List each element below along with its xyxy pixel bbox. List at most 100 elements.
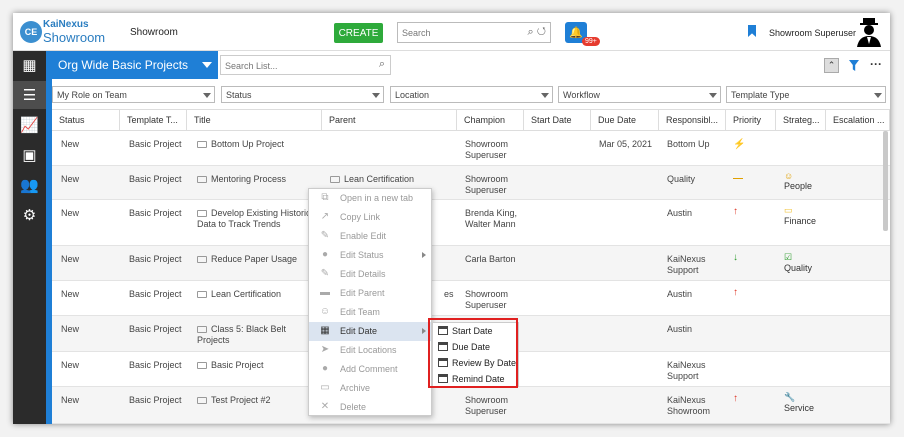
row-responsible: Quality — [667, 174, 696, 184]
gear-icon[interactable]: ⚙ — [13, 201, 46, 229]
menu-item-label: Edit Locations — [340, 345, 397, 355]
delete-icon: ✕ — [320, 401, 330, 412]
filter-workflow[interactable]: Workflow — [558, 86, 721, 103]
filter-status[interactable]: Status — [221, 86, 384, 103]
list-search-input[interactable]: Search List... ⌕ — [220, 55, 391, 75]
table-row[interactable]: New Basic Project Develop Existing Histo… — [52, 200, 890, 246]
row-parent[interactable]: Lean Certification — [330, 174, 450, 185]
menu-item-open-new-tab[interactable]: ⧉ Open in a new tab — [309, 189, 431, 208]
table-row[interactable]: New Basic Project Lean Certification es … — [52, 281, 890, 316]
table-row[interactable]: New Basic Project Bottom Up Project Show… — [52, 131, 890, 166]
row-title[interactable]: Bottom Up Project — [197, 139, 317, 150]
folder-icon — [197, 397, 207, 405]
search-icon[interactable]: ⌕ ↺ — [528, 26, 547, 39]
column-header[interactable]: Title — [187, 110, 322, 131]
table-row[interactable]: New Basic Project Reduce Paper Usage Car… — [52, 246, 890, 281]
submenu-label: Start Date — [452, 326, 493, 336]
grid-icon[interactable]: ▦ — [13, 51, 46, 79]
list-title-dropdown[interactable]: Org Wide Basic Projects — [52, 51, 218, 79]
vertical-scrollbar[interactable] — [883, 131, 888, 231]
priority-up-icon: ↑ — [733, 287, 738, 298]
menu-item-edit-locations[interactable]: ➤ Edit Locations — [309, 341, 431, 360]
column-header[interactable]: Escalation ... — [826, 110, 890, 131]
menu-item-label: Edit Parent — [340, 288, 385, 298]
calendar-icon[interactable]: ▣ — [13, 141, 46, 169]
people-icon[interactable]: 👥 — [13, 171, 46, 199]
column-header[interactable]: Strateg... — [776, 110, 826, 131]
filter-role[interactable]: My Role on Team — [52, 86, 215, 103]
menu-item-add-comment[interactable]: ● Add Comment — [309, 360, 431, 379]
menu-item-edit-details[interactable]: ✎ Edit Details — [309, 265, 431, 284]
strategy-cell: ☑ Quality — [784, 252, 812, 273]
row-title[interactable]: Test Project #2 — [197, 395, 317, 406]
priority-medium-icon: — — [733, 173, 743, 184]
list-icon[interactable]: ☰ — [13, 81, 46, 109]
left-nav: ▦ ☰ 📈 ▣ 👥 ⚙ — [13, 51, 46, 424]
row-title[interactable]: Develop Existing Historical Data to Trac… — [197, 208, 322, 230]
menu-item-delete[interactable]: ✕ Delete — [309, 398, 431, 417]
menu-item-edit-date[interactable]: ▦ Edit Date — [309, 322, 431, 341]
menu-item-edit-parent[interactable]: ▬ Edit Parent — [309, 284, 431, 303]
search-icon[interactable]: ⌕ — [379, 58, 385, 71]
filter-label: Status — [226, 90, 252, 100]
filter-location[interactable]: Location — [390, 86, 553, 103]
column-header[interactable]: Priority — [726, 110, 776, 131]
row-status: New — [61, 395, 80, 405]
menu-item-edit-team[interactable]: ☺ Edit Team — [309, 303, 431, 322]
menu-item-edit-status[interactable]: ● Edit Status — [309, 246, 431, 265]
org-name[interactable]: Showroom — [130, 27, 178, 38]
logo-icon[interactable]: CE — [20, 21, 42, 43]
wrench-icon: 🔧 — [784, 392, 796, 402]
row-title[interactable]: Mentoring Process — [197, 174, 317, 185]
column-header[interactable]: Status — [52, 110, 120, 131]
column-header[interactable]: Parent — [322, 110, 457, 131]
user-name[interactable]: Showroom Superuser — [769, 28, 856, 38]
filter-template-type[interactable]: Template Type — [726, 86, 886, 103]
chart-icon[interactable]: 📈 — [13, 111, 46, 139]
table-row[interactable]: New Basic Project Mentoring Process Lean… — [52, 166, 890, 200]
row-title[interactable]: Class 5: Black Belt Projects — [197, 324, 317, 346]
bookmark-icon[interactable] — [748, 25, 756, 37]
table-row[interactable]: New Basic Project Test Project #2 Showro… — [52, 387, 890, 424]
chevron-down-icon — [202, 62, 212, 68]
row-template: Basic Project — [129, 208, 182, 218]
chevron-down-icon — [372, 93, 380, 98]
submenu-item-due-date[interactable]: Due Date — [433, 339, 518, 355]
column-header[interactable]: Responsibl... — [659, 110, 726, 131]
row-status: New — [61, 324, 80, 334]
submenu-item-review-by-date[interactable]: Review By Date — [433, 355, 518, 371]
row-title[interactable]: Basic Project — [197, 360, 317, 371]
submenu-item-remind-date[interactable]: Remind Date — [433, 371, 518, 387]
row-template: Basic Project — [129, 395, 182, 405]
column-header[interactable]: Champion — [457, 110, 524, 131]
more-options-icon[interactable]: ··· — [870, 57, 882, 71]
chevron-down-icon — [709, 93, 717, 98]
menu-item-enable-edit[interactable]: ✎ Enable Edit — [309, 227, 431, 246]
folder-icon — [197, 210, 207, 218]
column-header[interactable]: Template T... — [120, 110, 187, 131]
menu-item-copy-link[interactable]: ↗ Copy Link — [309, 208, 431, 227]
row-title[interactable]: Lean Certification — [197, 289, 317, 300]
submenu-label: Due Date — [452, 342, 491, 352]
calendar-icon — [438, 326, 448, 335]
create-button[interactable]: CREATE — [334, 23, 383, 43]
submenu-label: Review By Date — [452, 358, 517, 368]
row-title[interactable]: Reduce Paper Usage — [197, 254, 317, 265]
avatar[interactable] — [855, 17, 883, 47]
folder-icon — [197, 362, 207, 370]
submenu-item-start-date[interactable]: Start Date — [433, 323, 518, 339]
chevron-down-icon — [541, 93, 549, 98]
global-search-input[interactable]: Search ⌕ ↺ — [397, 22, 551, 43]
folder-icon — [197, 141, 207, 149]
collapse-button[interactable]: ⌃ — [824, 58, 839, 73]
edit-date-submenu: Start Date Due Date Review By Date Remin… — [432, 322, 519, 387]
menu-item-archive[interactable]: ▭ Archive — [309, 379, 431, 398]
strategy-cell: 🔧 Service — [784, 392, 814, 413]
column-header[interactable]: Due Date — [591, 110, 659, 131]
smiley-icon: ☺ — [784, 171, 794, 181]
row-status: New — [61, 139, 80, 149]
strategy-text: Quality — [784, 263, 813, 273]
row-parent-text: Lean Certification — [344, 174, 415, 184]
column-header[interactable]: Start Date — [524, 110, 591, 131]
filter-icon[interactable] — [849, 60, 859, 71]
